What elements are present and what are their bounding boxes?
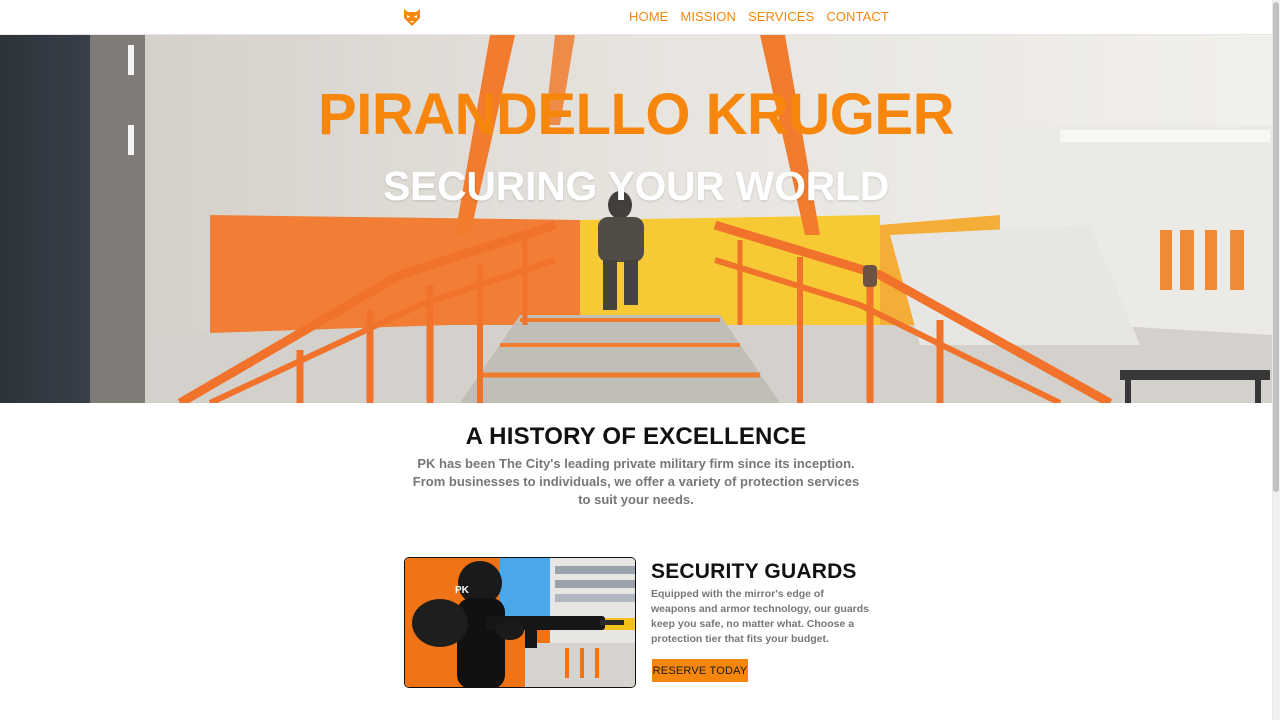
history-description: PK has been The City's leading private m… — [412, 456, 860, 507]
hero-title: PIRANDELLO KRUGER — [318, 82, 954, 147]
hero-section: PIRANDELLO KRUGER SECURING YOUR WORLD — [0, 35, 1272, 403]
nav-link-contact[interactable]: CONTACT — [826, 9, 889, 25]
service-description: Equipped with the mirror's edge of weapo… — [651, 588, 870, 645]
fox-mask-logo-icon[interactable] — [402, 7, 422, 27]
nav-link-mission[interactable]: MISSION — [680, 9, 736, 25]
main-nav: HOME MISSION SERVICES CONTACT — [629, 9, 889, 25]
security-guard-image: PK — [404, 557, 636, 688]
reserve-today-button[interactable]: RESERVE TODAY — [652, 659, 748, 682]
nav-link-home[interactable]: HOME — [629, 9, 668, 25]
navbar: HOME MISSION SERVICES CONTACT — [0, 0, 1272, 35]
hero-subtitle: SECURING YOUR WORLD — [382, 163, 890, 209]
service-title: SECURITY GUARDS — [651, 560, 857, 583]
image-badge: PK — [455, 585, 469, 596]
history-heading: A HISTORY OF EXCELLENCE — [465, 423, 807, 450]
nav-link-services[interactable]: SERVICES — [748, 9, 814, 25]
scrollbar-thumb[interactable] — [1273, 2, 1279, 492]
